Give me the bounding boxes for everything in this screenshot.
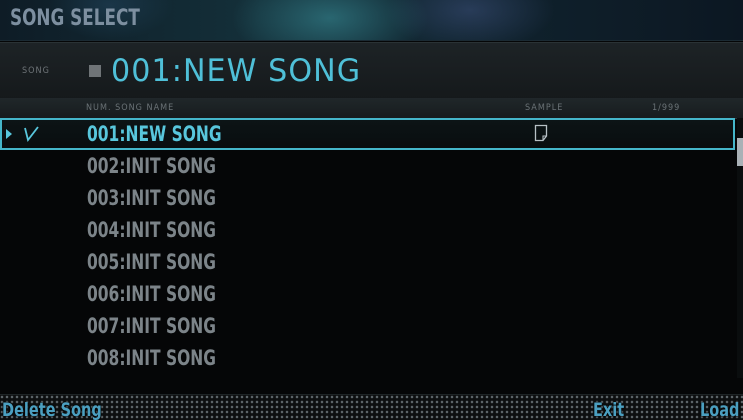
load-button[interactable]: Load [700,399,739,420]
screen-title: SONG SELECT [10,6,140,31]
current-song-name: 001:NEW SONG [111,53,362,89]
list-scrollbar[interactable] [737,118,743,378]
song-name: 003:INIT SONG [87,186,216,210]
song-row[interactable]: 004:INIT SONG [0,214,735,246]
page-indicator: 1/999 [652,103,681,113]
cursor-arrow-icon [6,129,12,139]
song-row[interactable]: 008:INIT SONG [0,342,735,374]
song-select-screen: SONG SELECT SONG 001:NEW SONG NUM. SONG … [0,0,743,420]
song-row[interactable]: 003:INIT SONG [0,182,735,214]
column-sample: SAMPLE [525,103,564,113]
document-icon [534,124,548,142]
title-bar: SONG SELECT [0,0,743,41]
scroll-thumb[interactable] [737,138,743,166]
square-icon [89,65,101,77]
song-name: 008:INIT SONG [87,346,216,370]
current-song-header: SONG 001:NEW SONG [0,42,743,100]
column-header: NUM. SONG NAME SAMPLE 1/999 [0,98,743,119]
exit-button[interactable]: Exit [593,399,624,420]
song-row[interactable]: 006:INIT SONG [0,278,735,310]
check-icon [24,126,39,143]
song-name: 001:NEW SONG [87,122,222,146]
song-row[interactable]: 005:INIT SONG [0,246,735,278]
song-name: 004:INIT SONG [87,218,216,242]
song-row[interactable]: 002:INIT SONG [0,150,735,182]
song-label: SONG [22,66,50,76]
song-name: 007:INIT SONG [87,314,216,338]
song-row[interactable]: 007:INIT SONG [0,310,735,342]
song-row-selected[interactable]: 001:NEW SONG [0,118,735,150]
song-name: 006:INIT SONG [87,282,216,306]
song-name: 005:INIT SONG [87,250,216,274]
column-num-song-name: NUM. SONG NAME [86,103,175,113]
song-name: 002:INIT SONG [87,154,216,178]
function-bar: Delete Song Exit Load [0,394,743,420]
delete-song-button[interactable]: Delete Song [2,399,102,420]
song-list: 001:NEW SONG 002:INIT SONG 003:INIT SONG… [0,118,735,378]
